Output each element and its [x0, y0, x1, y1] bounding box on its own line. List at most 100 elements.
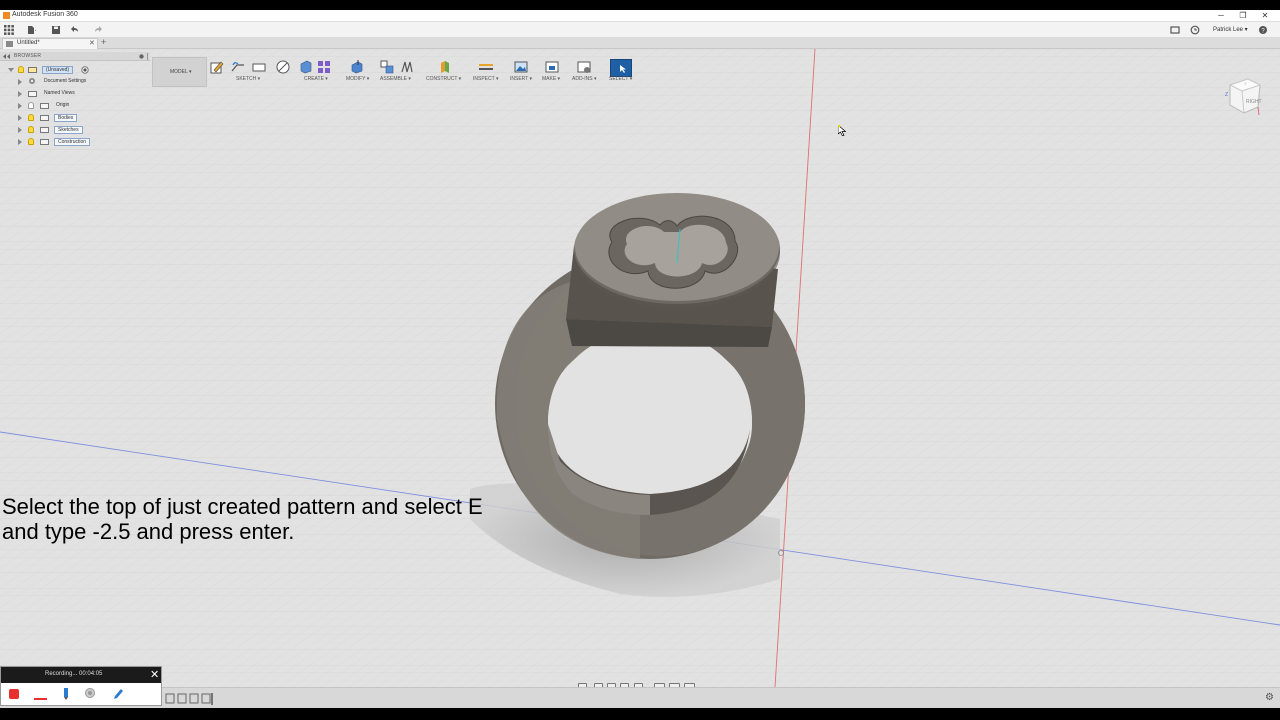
pen-marker-icon[interactable] — [60, 687, 72, 701]
construct-menu-label[interactable]: CONSTRUCT ▾ — [426, 76, 461, 82]
browser-title: BROWSER — [14, 53, 42, 59]
inspect-menu-label[interactable]: INSPECT ▾ — [473, 76, 498, 82]
select-tool-button[interactable] — [610, 59, 632, 77]
create-menu-label[interactable]: CREATE ▾ — [304, 76, 328, 82]
insert-group[interactable]: INSERT ▾ — [510, 57, 536, 89]
redo-icon[interactable] — [93, 25, 103, 35]
select-menu-label[interactable]: SELECT ▾ — [609, 76, 632, 82]
help-icon[interactable]: ? — [1258, 25, 1268, 35]
minimize-button[interactable]: ─ — [1210, 10, 1232, 22]
create-group[interactable]: CREATE ▾ — [276, 57, 332, 89]
pause-recording-button[interactable] — [34, 698, 47, 700]
press-pull-icon[interactable] — [350, 60, 364, 74]
expand-toggle-icon[interactable] — [18, 127, 22, 133]
insert-image-icon[interactable] — [514, 60, 528, 74]
expand-toggle-icon[interactable] — [8, 68, 14, 72]
browser-item-label: Construction — [54, 138, 91, 146]
browser-header[interactable]: BROWSER — [0, 52, 150, 61]
browser-item-origin[interactable]: Origin — [18, 101, 148, 111]
scripts-icon[interactable] — [577, 60, 591, 74]
quick-access-bar: Patrick Lee ▾ ? — [0, 22, 1280, 38]
new-component-icon[interactable] — [380, 60, 394, 74]
document-tab-label: Untitled* — [17, 40, 40, 46]
modify-group[interactable]: MODIFY ▾ — [344, 57, 376, 89]
visibility-bulb-icon[interactable] — [18, 66, 24, 73]
close-tab-button[interactable]: ✕ — [89, 39, 95, 47]
workspace-switcher[interactable]: MODEL ▾ — [152, 57, 207, 87]
collapse-panel-icon[interactable] — [3, 54, 10, 59]
sketch-group[interactable]: SKETCH ▾ — [210, 57, 266, 89]
3d-viewport[interactable]: BROWSER (Unsaved) Document Settings Name… — [0, 49, 1280, 687]
browser-item-label: Origin — [56, 102, 70, 108]
inspect-group[interactable]: INSPECT ▾ — [472, 57, 502, 89]
expand-toggle-icon[interactable] — [18, 115, 22, 121]
extrude-icon[interactable] — [299, 60, 313, 74]
assemble-menu-label[interactable]: ASSEMBLE ▾ — [380, 76, 411, 82]
joint-icon[interactable] — [400, 60, 414, 74]
offset-plane-icon[interactable] — [438, 60, 452, 74]
create-sketch-icon[interactable] — [210, 60, 224, 74]
browser-item-construction[interactable]: Construction — [18, 137, 148, 147]
grid-icon[interactable] — [4, 25, 14, 35]
undo-icon[interactable] — [70, 25, 80, 35]
user-account-menu[interactable]: Patrick Lee ▾ — [1213, 26, 1248, 33]
webcam-icon[interactable] — [84, 687, 96, 701]
browser-item-named-views[interactable]: Named Views — [18, 89, 148, 99]
visibility-bulb-icon[interactable] — [28, 138, 34, 145]
browser-root-node[interactable]: (Unsaved) — [8, 65, 148, 75]
pattern-icon[interactable] — [317, 60, 331, 74]
job-status-icon[interactable] — [1170, 25, 1180, 35]
construct-group[interactable]: CONSTRUCT ▾ — [426, 57, 468, 89]
restore-button[interactable]: ❐ — [1232, 10, 1254, 22]
insert-menu-label[interactable]: INSERT ▾ — [510, 76, 532, 82]
history-icon[interactable] — [1190, 25, 1200, 35]
expand-toggle-icon[interactable] — [18, 79, 22, 85]
3d-print-icon[interactable] — [545, 60, 559, 74]
fusion-window: Autodesk Fusion 360 ─ ❐ ✕ Patrick Lee ▾ … — [0, 10, 1280, 708]
viewcube-z-label: Z — [1225, 92, 1228, 98]
visibility-bulb-icon[interactable] — [28, 102, 34, 109]
modify-menu-label[interactable]: MODIFY ▾ — [346, 76, 369, 82]
make-menu-label[interactable]: MAKE ▾ — [542, 76, 560, 82]
expand-toggle-icon[interactable] — [18, 103, 22, 109]
browser-item-sketches[interactable]: Sketches — [18, 125, 148, 135]
file-icon[interactable] — [26, 25, 36, 35]
folder-icon — [40, 127, 49, 133]
rectangle-icon[interactable] — [252, 60, 266, 74]
browser-item-document-settings[interactable]: Document Settings — [18, 77, 148, 87]
make-group[interactable]: MAKE ▾ — [542, 57, 566, 89]
recorder-close-button[interactable]: ✕ — [150, 668, 159, 681]
addins-group[interactable]: ADD-INS ▾ — [570, 57, 600, 89]
browser-panel: BROWSER (Unsaved) Document Settings Name… — [0, 49, 150, 155]
draw-pencil-icon[interactable] — [112, 687, 124, 701]
folder-icon — [40, 139, 49, 145]
timeline-playback-icon[interactable] — [165, 693, 215, 705]
new-tab-button[interactable]: + — [101, 37, 106, 47]
pin-icon[interactable] — [139, 54, 144, 59]
expand-toggle-icon[interactable] — [18, 91, 22, 97]
document-tab[interactable]: Untitled* ✕ — [2, 38, 98, 49]
timeline-bar: ⚙ — [0, 687, 1280, 708]
sketch-menu-label[interactable]: SKETCH ▾ — [236, 76, 260, 82]
close-window-button[interactable]: ✕ — [1254, 10, 1276, 22]
select-group[interactable]: SELECT ▾ — [608, 57, 634, 89]
app-logo-icon — [3, 12, 10, 19]
browser-item-label: Sketches — [54, 126, 83, 134]
line-icon[interactable] — [231, 60, 245, 74]
circle-icon[interactable] — [276, 60, 290, 74]
viewcube[interactable]: RIGHT Z Y — [1224, 71, 1266, 116]
settings-gear-icon[interactable]: ⚙ — [1265, 692, 1274, 703]
measure-icon[interactable] — [479, 60, 493, 74]
browser-item-bodies[interactable]: Bodies — [18, 113, 148, 123]
activate-radio-icon[interactable] — [81, 66, 89, 74]
signet-head[interactable] — [566, 193, 780, 347]
visibility-bulb-icon[interactable] — [28, 126, 34, 133]
assemble-group[interactable]: ASSEMBLE ▾ — [380, 57, 420, 89]
viewcube-face-label[interactable]: RIGHT — [1246, 99, 1262, 105]
addins-menu-label[interactable]: ADD-INS ▾ — [572, 76, 596, 82]
visibility-bulb-icon[interactable] — [28, 114, 34, 121]
expand-toggle-icon[interactable] — [18, 139, 22, 145]
stop-recording-button[interactable] — [9, 689, 19, 699]
tutorial-caption: Select the top of just created pattern a… — [2, 494, 562, 544]
save-icon[interactable] — [51, 25, 61, 35]
